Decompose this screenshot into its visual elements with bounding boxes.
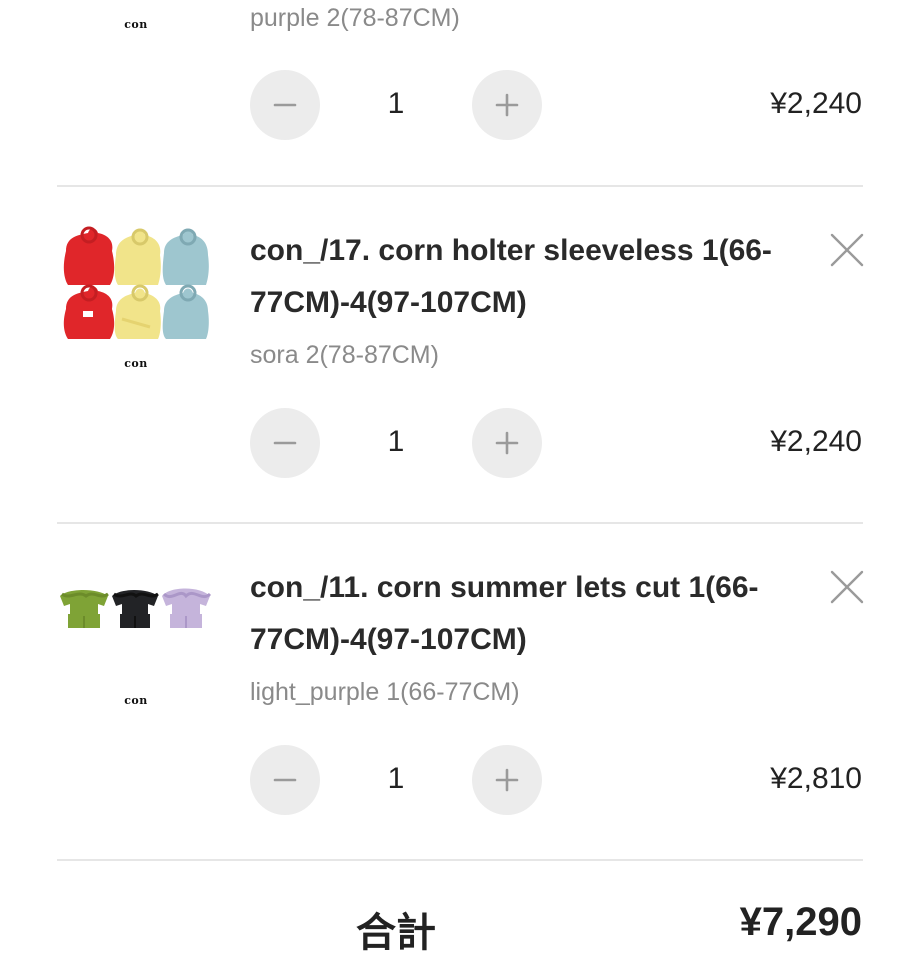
cart-page: con purple 2(78-87CM) 1 ¥2,240 con con_/… — [0, 0, 920, 955]
product-title-line: 77CM)-4(97-107CM) — [250, 623, 527, 656]
increase-quantity-button[interactable] — [472, 408, 542, 478]
total-label: 合計 — [356, 911, 436, 955]
minus-icon — [273, 103, 297, 107]
remove-item-button[interactable] — [826, 566, 868, 608]
decrease-quantity-button[interactable] — [250, 408, 320, 478]
cart-item: con con_/17. corn holter sleeveless 1(66… — [0, 187, 920, 523]
cart-item: con con_/11. corn summer lets cut 1(66- … — [0, 524, 920, 860]
cart-total: 合計 ¥7,290 — [0, 900, 920, 955]
product-thumbnail[interactable]: con — [58, 0, 214, 40]
product-thumbnail[interactable]: con — [58, 223, 214, 373]
close-icon — [830, 233, 864, 267]
item-price: ¥2,240 — [770, 425, 862, 458]
product-title[interactable]: con_/11. corn summer lets cut 1(66- 77CM… — [250, 562, 810, 666]
halter-tops-image — [63, 226, 209, 339]
brand-label: con — [124, 18, 148, 31]
total-value: ¥7,290 — [739, 900, 862, 944]
variant-label: light_purple 1(66-77CM) — [250, 678, 520, 706]
close-icon — [830, 570, 864, 604]
product-title-line: con_/17. corn holter sleeveless 1(66- — [250, 234, 772, 267]
item-price: ¥2,240 — [770, 87, 862, 120]
item-divider — [57, 859, 863, 861]
product-title[interactable]: con_/17. corn holter sleeveless 1(66- 77… — [250, 225, 810, 329]
cart-item: con purple 2(78-87CM) 1 ¥2,240 — [0, 0, 920, 186]
quantity-value: 1 — [387, 425, 405, 458]
increase-quantity-button[interactable] — [472, 745, 542, 815]
quantity-value: 1 — [387, 87, 405, 120]
item-price: ¥2,810 — [770, 762, 862, 795]
plus-icon — [495, 768, 519, 792]
product-title-line: 77CM)-4(97-107CM) — [250, 286, 527, 319]
quantity-value: 1 — [387, 762, 405, 795]
decrease-quantity-button[interactable] — [250, 745, 320, 815]
brand-label: con — [124, 694, 148, 707]
plus-icon — [495, 93, 519, 117]
decrease-quantity-button[interactable] — [250, 70, 320, 140]
variant-label: sora 2(78-87CM) — [250, 341, 439, 369]
product-thumbnail[interactable]: con — [58, 560, 214, 710]
plus-icon — [495, 431, 519, 455]
product-title-line: con_/11. corn summer lets cut 1(66- — [250, 571, 759, 604]
minus-icon — [273, 441, 297, 445]
variant-label: purple 2(78-87CM) — [250, 4, 460, 32]
increase-quantity-button[interactable] — [472, 70, 542, 140]
minus-icon — [273, 778, 297, 782]
brand-label: con — [124, 357, 148, 370]
remove-item-button[interactable] — [826, 229, 868, 271]
ruffle-tops-image — [60, 588, 212, 628]
